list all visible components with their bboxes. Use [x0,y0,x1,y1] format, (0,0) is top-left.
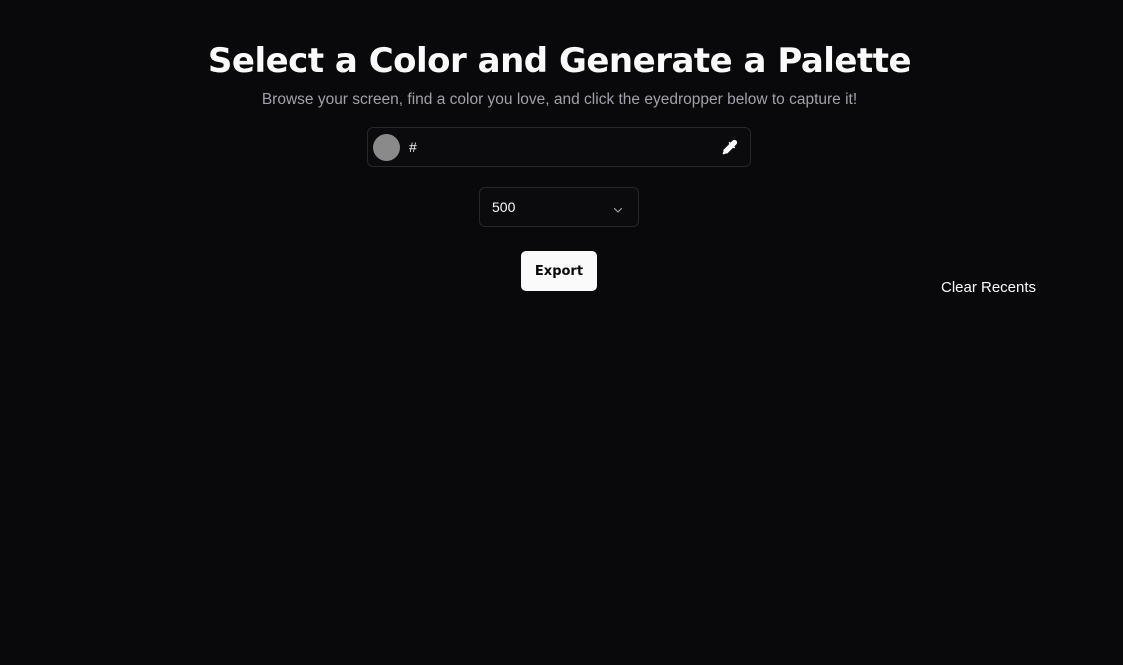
hex-prefix: # [409,139,417,155]
clear-recents-button[interactable]: Clear Recents [941,278,1036,298]
shade-select[interactable]: 500 [479,187,639,227]
eyedropper-icon[interactable] [720,137,740,157]
color-input-field[interactable]: # [367,127,751,167]
page-subtitle: Browse your screen, find a color you lov… [261,91,858,108]
shade-select-value: 500 [492,199,516,215]
page-title: Select a Color and Generate a Palette [207,41,912,81]
color-swatch[interactable] [373,134,400,161]
hex-input[interactable] [422,136,702,158]
chevron-down-icon [612,201,624,213]
palette-generator-page: Select a Color and Generate a Palette Br… [0,0,1123,665]
export-button[interactable]: Export [521,251,597,291]
